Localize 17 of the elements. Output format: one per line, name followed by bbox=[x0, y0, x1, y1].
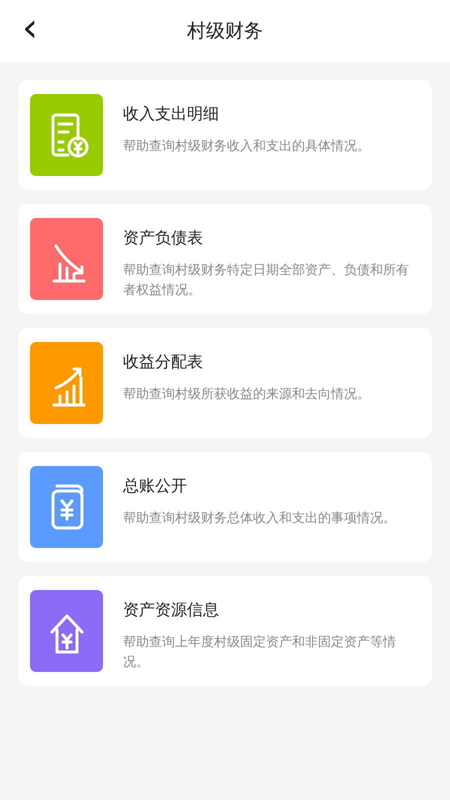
item-title: 资产资源信息 bbox=[123, 600, 220, 621]
item-description: 帮助查询村级财务收入和支出的具体情况。 bbox=[123, 138, 371, 156]
item-description: 帮助查询上年度村级固定资产和非固定资产等情况。 bbox=[123, 634, 397, 672]
item-title: 收益分配表 bbox=[123, 352, 204, 373]
item-description: 帮助查询村级财务特定日期全部资产、负债和所有者权益情况。 bbox=[123, 262, 410, 300]
back-button[interactable]: ‹ bbox=[22, 8, 38, 54]
menu-card[interactable]: 收入支出明细 帮助查询村级财务收入和支出的具体情况。 bbox=[18, 80, 432, 190]
menu-card[interactable]: 资产资源信息 帮助查询上年度村级固定资产和非固定资产等情况。 bbox=[18, 576, 432, 686]
page-title: 村级财务 bbox=[186, 19, 264, 44]
item-description: 帮助查询村级所获收益的来源和去向情况。 bbox=[123, 386, 371, 404]
item-title: 收入支出明细 bbox=[123, 104, 220, 125]
menu-card[interactable]: 总账公开 帮助查询村级财务总体收入和支出的事项情况。 bbox=[18, 452, 432, 562]
item-description: 帮助查询村级财务总体收入和支出的事项情况。 bbox=[123, 510, 397, 528]
menu-card[interactable]: 收益分配表 帮助查询村级所获收益的来源和去向情况。 bbox=[18, 328, 432, 438]
menu-card[interactable]: 资产负债表 帮助查询村级财务特定日期全部资产、负债和所有者权益情况。 bbox=[18, 204, 432, 314]
item-title: 资产负债表 bbox=[123, 228, 204, 249]
item-title: 总账公开 bbox=[123, 476, 188, 497]
